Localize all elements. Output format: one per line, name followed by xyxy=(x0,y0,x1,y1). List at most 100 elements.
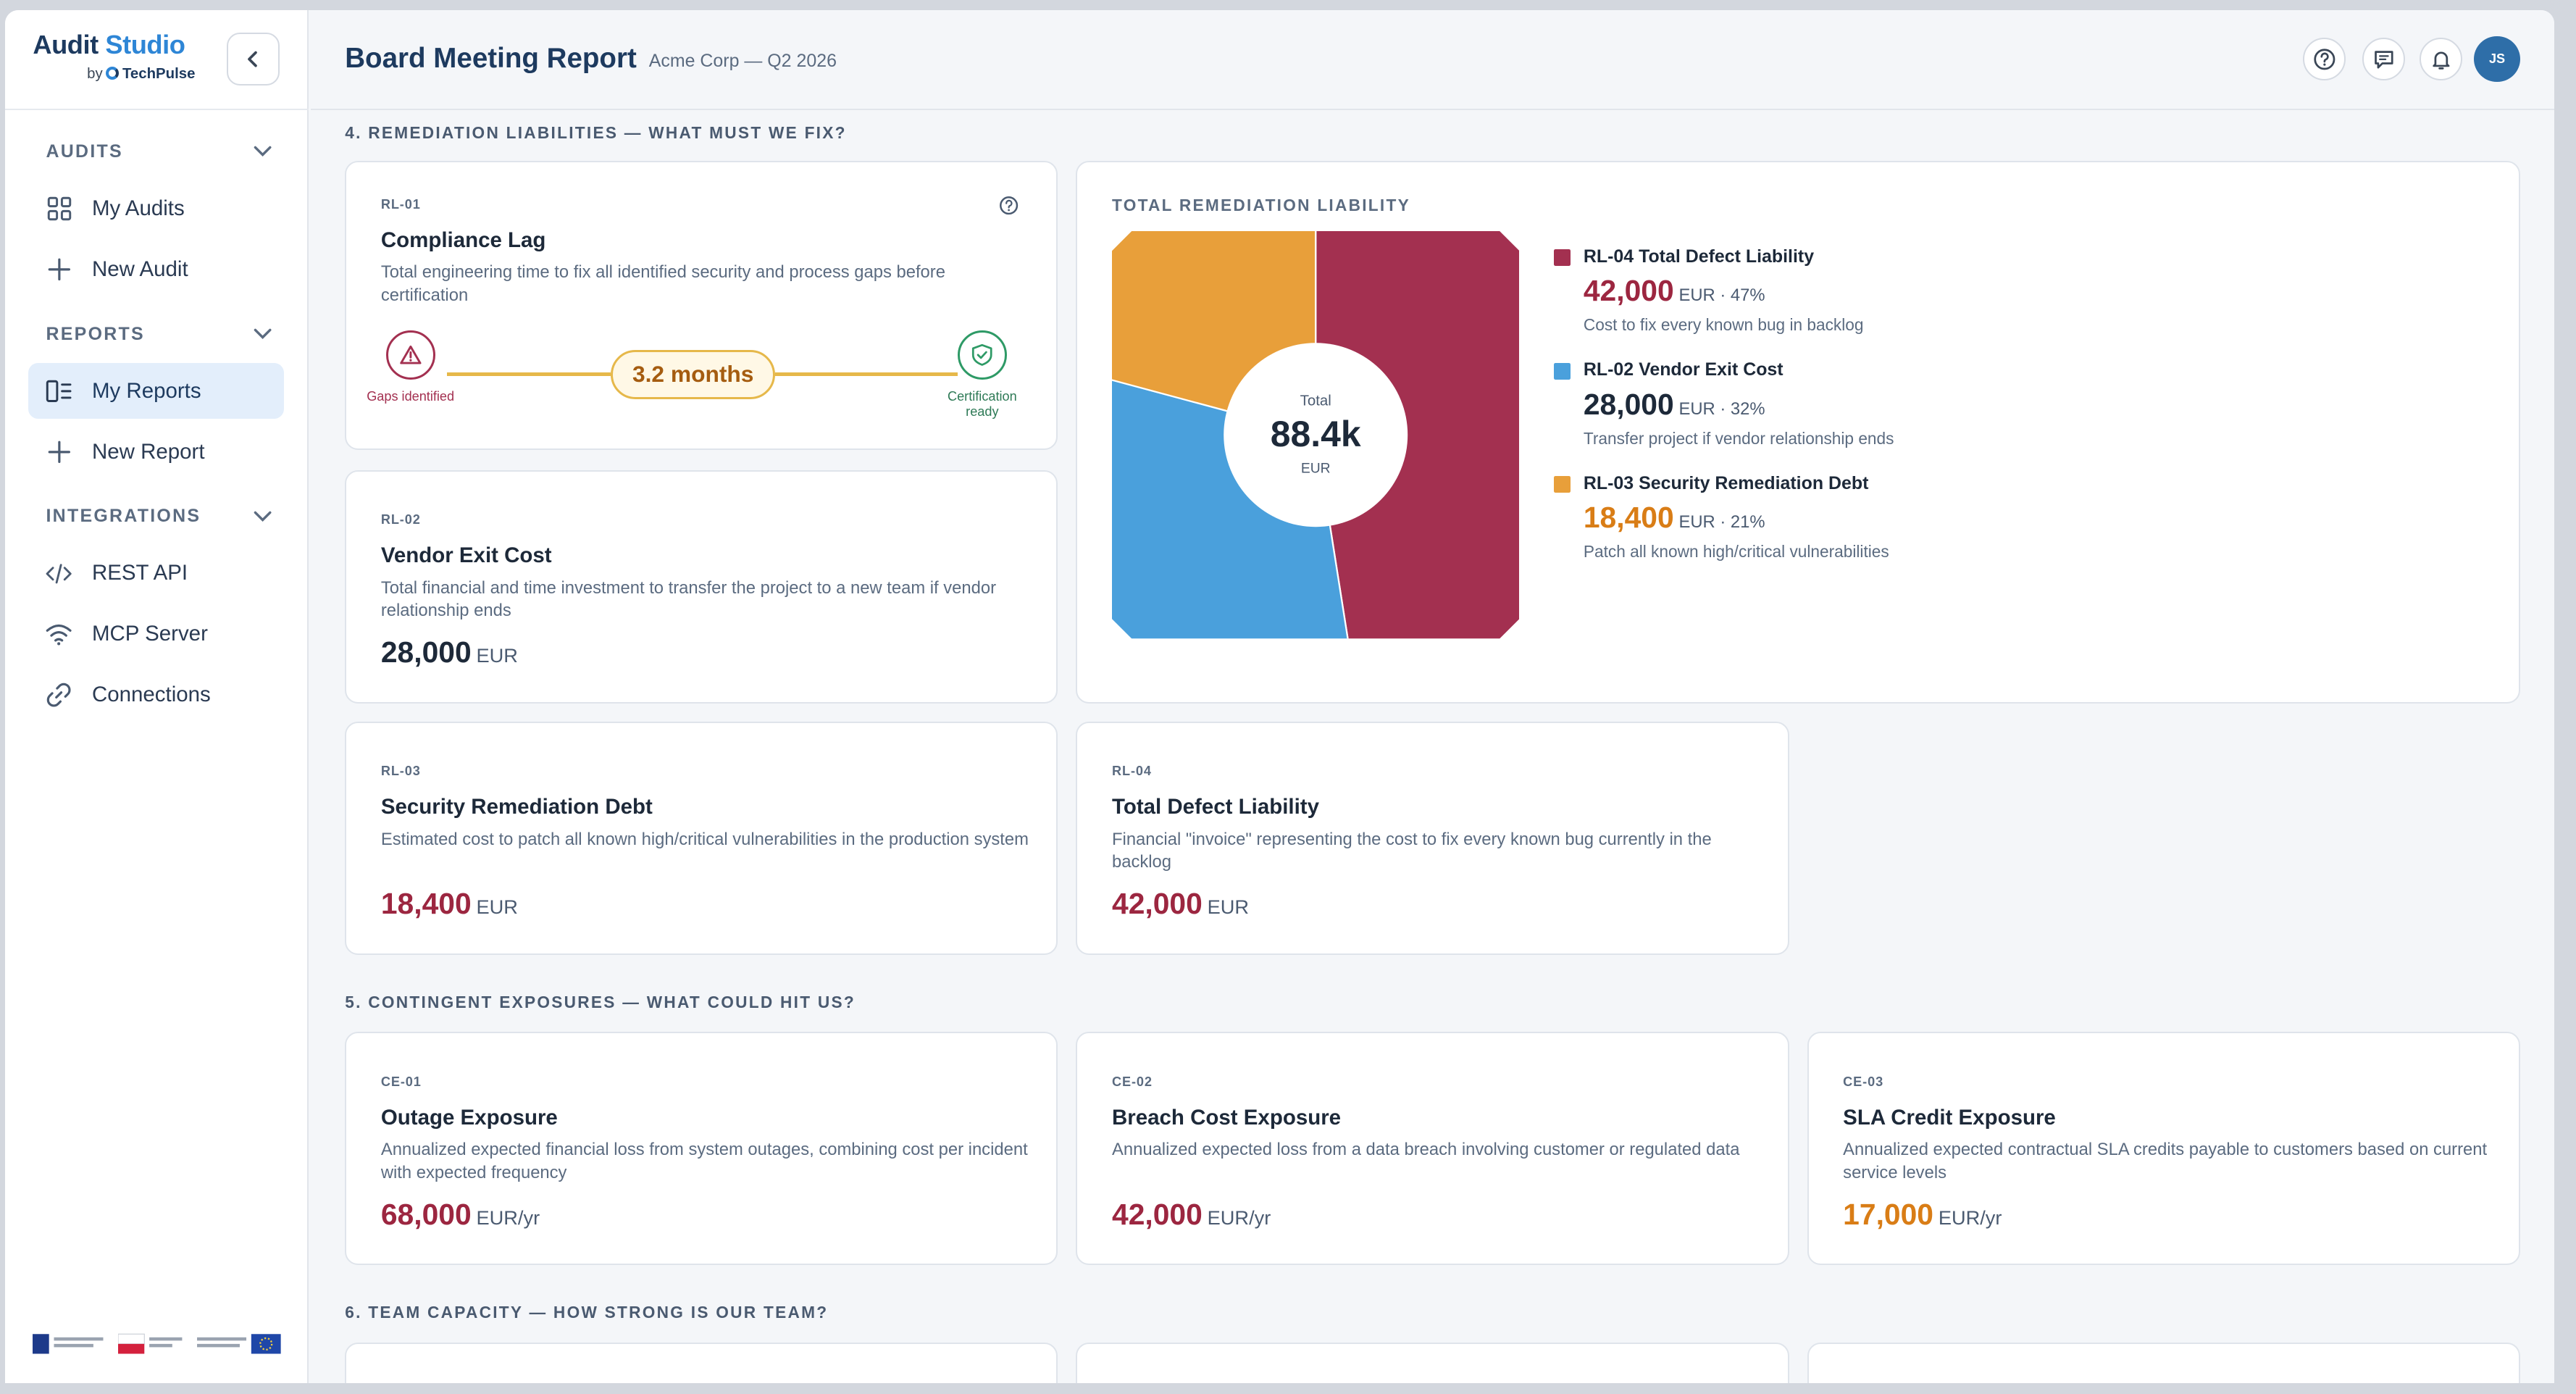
legend-value-number: 18,400 xyxy=(1583,501,1674,535)
card-vendor-exit-cost[interactable]: RL-02 Vendor Exit Cost Total financial a… xyxy=(345,469,1058,704)
pie-center-unit: EUR xyxy=(1301,462,1331,477)
card-description: Total engineering time to fix all identi… xyxy=(380,262,945,306)
sidebar-section-title: INTEGRATIONS xyxy=(46,506,201,527)
legend-description: Transfer project if vendor relationship … xyxy=(1583,428,1894,448)
card-code: CE-03 xyxy=(1843,1074,1884,1089)
sidebar-item-label: Connections xyxy=(91,683,211,707)
value-unit: EUR xyxy=(476,896,518,919)
card-value: 42,000 EUR/yr xyxy=(1112,1198,1271,1232)
sidebar-item-my-audits[interactable]: My Audits xyxy=(28,180,285,236)
chevron-left-icon xyxy=(247,51,257,67)
card-code: RL-01 xyxy=(380,196,421,212)
brand-company: TechPulse xyxy=(122,65,196,82)
warning-icon xyxy=(400,345,422,364)
brand-name-accent: Studio xyxy=(105,29,185,59)
card-team-capacity-2[interactable] xyxy=(1076,1342,1789,1384)
sidebar-item-label: REST API xyxy=(91,561,188,585)
value-unit: EUR xyxy=(1207,896,1250,919)
card-team-capacity-3[interactable] xyxy=(1807,1342,2520,1384)
help-icon[interactable] xyxy=(999,196,1019,215)
section-title-remediation: 4. REMEDIATION LIABILITIES — WHAT MUST W… xyxy=(345,123,847,143)
sidebar-section-integrations[interactable]: INTEGRATIONS xyxy=(46,506,272,527)
legend-value: 28,000 EUR · 32% xyxy=(1584,388,1765,422)
card-code: CE-02 xyxy=(1112,1074,1153,1089)
notifications-button[interactable] xyxy=(2420,38,2463,81)
value-number: 28,000 xyxy=(380,635,472,669)
sidebar-item-connections[interactable]: Connections xyxy=(28,667,285,723)
eu-funds-logo-icon xyxy=(33,1334,104,1354)
card-total-remediation-liability: TOTAL REMEDIATION LIABILITY Total 88.4k … xyxy=(1076,161,2520,704)
card-title: Compliance Lag xyxy=(380,228,546,252)
card-description: Total financial and time investment to t… xyxy=(380,577,997,621)
sidebar-item-my-reports[interactable]: My Reports xyxy=(28,363,285,420)
card-description: Annualized expected financial loss from … xyxy=(380,1140,1028,1183)
collapse-sidebar-button[interactable] xyxy=(226,33,280,85)
brand-logo[interactable]: Audit Studio by TechPulse xyxy=(33,29,195,82)
sidebar-section-title: REPORTS xyxy=(46,323,145,344)
legend-value-number: 42,000 xyxy=(1583,274,1674,308)
card-description: Annualized expected contractual SLA cred… xyxy=(1843,1140,2488,1183)
section-title-contingent: 5. CONTINGENT EXPOSURES — WHAT COULD HIT… xyxy=(345,992,856,1011)
card-security-remediation-debt[interactable]: RL-03 Security Remediation Debt Estimate… xyxy=(345,721,1058,955)
gaps-identified-marker xyxy=(385,330,435,380)
certification-ready-marker xyxy=(957,330,1007,380)
plus-icon xyxy=(46,438,72,464)
sidebar-section-reports[interactable]: REPORTS xyxy=(46,324,272,345)
sidebar-section-title: AUDITS xyxy=(46,141,123,162)
card-compliance-lag[interactable]: RL-01 Compliance Lag Total engineering t… xyxy=(345,161,1058,451)
card-value: 18,400 EUR xyxy=(381,887,518,921)
value-number: 68,000 xyxy=(380,1197,472,1231)
chart-title: TOTAL REMEDIATION LIABILITY xyxy=(1112,195,1410,214)
card-outage-exposure[interactable]: CE-01 Outage Exposure Annualized expecte… xyxy=(345,1032,1058,1266)
comments-button[interactable] xyxy=(2362,38,2406,81)
bell-icon xyxy=(2433,51,2450,70)
value-number: 42,000 xyxy=(1112,887,1203,921)
sidebar-item-new-report[interactable]: New Report xyxy=(28,424,285,480)
card-code: CE-01 xyxy=(380,1074,422,1089)
card-title: Security Remediation Debt xyxy=(380,795,653,819)
card-value: 68,000 EUR/yr xyxy=(381,1198,540,1232)
sidebar-item-new-audit[interactable]: New Audit xyxy=(28,241,285,297)
card-code: RL-04 xyxy=(1112,764,1152,779)
value-unit: EUR/yr xyxy=(1207,1206,1271,1229)
chat-icon xyxy=(2374,51,2393,69)
brand-name: Audit xyxy=(33,29,99,59)
sidebar-item-label: New Audit xyxy=(91,256,188,281)
report-icon xyxy=(46,378,72,404)
sidebar: Audit Studio by TechPulse AUDITS My Audit… xyxy=(4,9,309,1384)
compliance-lag-value: 3.2 months xyxy=(611,349,776,399)
card-value: 28,000 EUR xyxy=(381,635,518,669)
legend-description: Cost to fix every known bug in backlog xyxy=(1583,315,1864,335)
sidebar-item-label: New Report xyxy=(91,439,205,464)
legend-swatch xyxy=(1554,249,1571,267)
page-title: Board Meeting Report xyxy=(345,42,637,74)
user-avatar[interactable]: JS xyxy=(2474,36,2520,83)
card-breach-cost-exposure[interactable]: CE-02 Breach Cost Exposure Annualized ex… xyxy=(1076,1032,1789,1266)
page-subtitle: Acme Corp — Q2 2026 xyxy=(648,51,837,72)
card-sla-credit-exposure[interactable]: CE-03 SLA Credit Exposure Annualized exp… xyxy=(1807,1032,2520,1266)
sidebar-item-mcp-server[interactable]: MCP Server xyxy=(28,606,285,662)
card-total-defect-liability[interactable]: RL-04 Total Defect Liability Financial "… xyxy=(1076,721,1789,955)
value-unit: EUR/yr xyxy=(1938,1206,2002,1229)
sidebar-item-label: MCP Server xyxy=(91,622,208,646)
chevron-down-icon xyxy=(254,328,272,340)
value-number: 18,400 xyxy=(380,887,472,921)
value-number: 17,000 xyxy=(1843,1197,1934,1231)
legend-title: RL-04 Total Defect Liability xyxy=(1583,246,1815,267)
gaps-identified-label: Gaps identified xyxy=(367,389,455,404)
card-description: Annualized expected loss from a data bre… xyxy=(1112,1140,1740,1160)
value-unit: EUR xyxy=(476,644,518,667)
poland-flag-icon xyxy=(118,1333,183,1354)
sidebar-item-label: My Audits xyxy=(91,196,185,220)
timeline-line xyxy=(775,372,958,377)
app-window: Audit Studio by TechPulse AUDITS My Audit… xyxy=(4,9,2555,1384)
card-value: 17,000 EUR/yr xyxy=(1843,1198,2002,1232)
sidebar-divider xyxy=(4,108,309,110)
pie-center-value: 88.4k xyxy=(1271,414,1361,455)
value-unit: EUR/yr xyxy=(476,1206,540,1229)
card-team-capacity-1[interactable] xyxy=(345,1342,1058,1384)
sidebar-item-rest-api[interactable]: REST API xyxy=(28,546,285,601)
timeline-line xyxy=(446,372,611,377)
help-button[interactable] xyxy=(2303,38,2346,81)
sidebar-section-audits[interactable]: AUDITS xyxy=(46,141,272,162)
